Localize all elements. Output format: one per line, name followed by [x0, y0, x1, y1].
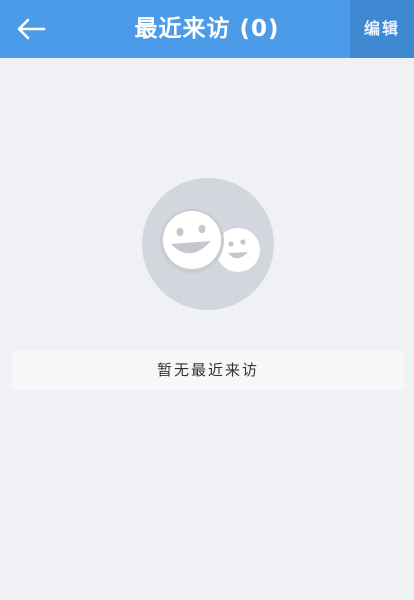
page-title: 最近来访 (0): [134, 16, 280, 42]
edit-button[interactable]: 编辑: [350, 0, 414, 58]
back-button[interactable]: [0, 0, 62, 58]
smiley-faces-icon: [142, 178, 274, 310]
arrow-left-icon: [17, 18, 46, 40]
empty-message: 暂无最近来访: [12, 350, 404, 390]
top-bar: 最近来访 (0) 编辑: [0, 0, 414, 58]
